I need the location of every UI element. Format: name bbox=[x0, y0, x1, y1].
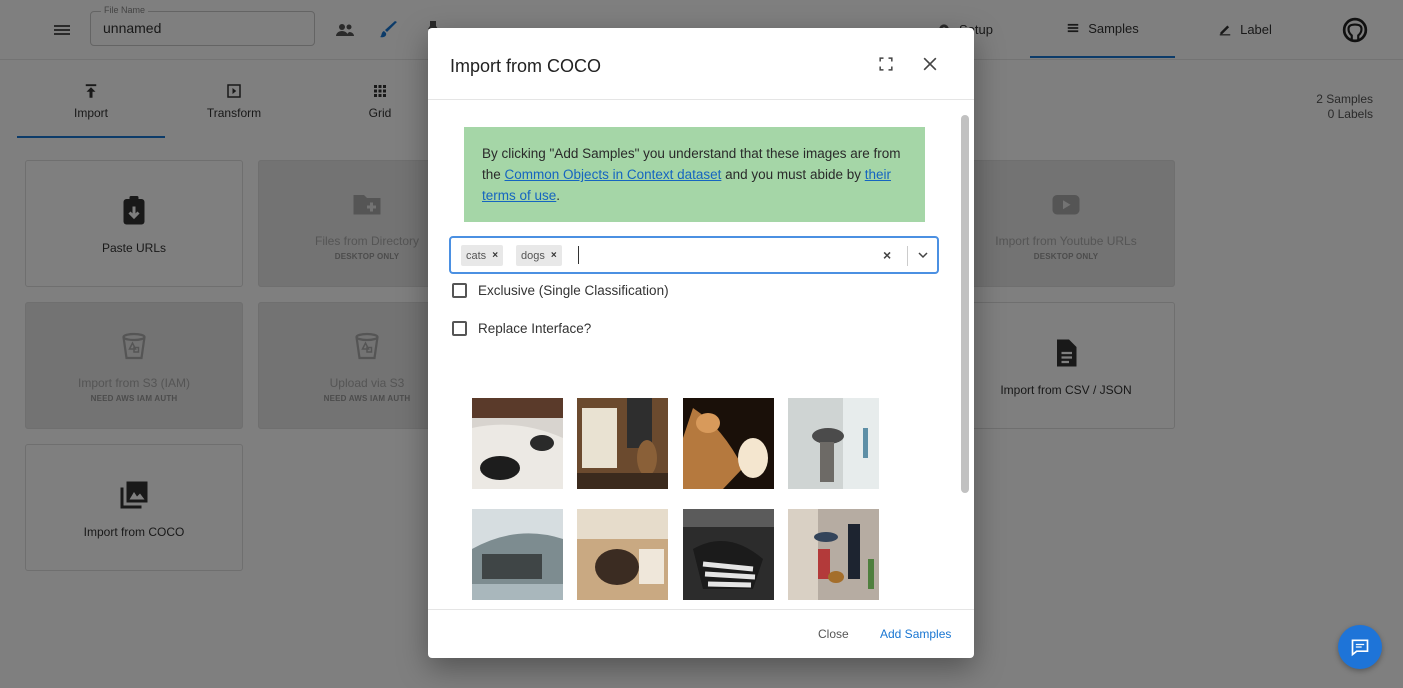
sample-thumbnail[interactable] bbox=[788, 509, 879, 600]
scrollbar[interactable] bbox=[961, 103, 972, 603]
sample-thumbnail[interactable] bbox=[577, 509, 668, 600]
chip-dogs-label: dogs bbox=[521, 249, 545, 262]
sample-thumbnail[interactable] bbox=[472, 398, 563, 489]
notice-text-2: and you must abide by bbox=[721, 167, 865, 182]
chat-button[interactable] bbox=[1338, 625, 1382, 669]
select-separator bbox=[907, 246, 908, 266]
coco-dataset-link[interactable]: Common Objects in Context dataset bbox=[505, 167, 722, 182]
sample-thumbnail[interactable] bbox=[683, 509, 774, 600]
dialog-body[interactable]: By clicking "Add Samples" you understand… bbox=[428, 101, 974, 609]
chevron-down-icon[interactable] bbox=[915, 247, 931, 263]
chip-dogs: dogs × bbox=[516, 245, 562, 266]
chip-cats: cats × bbox=[461, 245, 504, 266]
import-coco-dialog: Import from COCO By clicking "Add Sample… bbox=[428, 28, 974, 658]
exclusive-label: Exclusive (Single Classification) bbox=[478, 283, 669, 298]
sample-thumbnail[interactable] bbox=[788, 398, 879, 489]
dialog-footer: Close Add Samples bbox=[428, 609, 974, 658]
close-icon[interactable] bbox=[920, 54, 940, 74]
dialog-header: Import from COCO bbox=[428, 28, 974, 100]
close-button[interactable]: Close bbox=[818, 627, 849, 641]
clear-selection-button[interactable]: × bbox=[883, 247, 891, 263]
sample-thumbnail[interactable] bbox=[472, 509, 563, 600]
sample-thumbnail[interactable] bbox=[683, 398, 774, 489]
chip-cats-label: cats bbox=[466, 249, 487, 262]
chip-dogs-remove[interactable]: × bbox=[551, 250, 557, 261]
category-select[interactable]: cats × dogs × × bbox=[449, 236, 939, 274]
notice-text-3: . bbox=[556, 188, 561, 203]
dialog-title: Import from COCO bbox=[450, 56, 602, 76]
scrollbar-thumb[interactable] bbox=[961, 115, 969, 493]
text-caret bbox=[578, 246, 579, 264]
exclusive-checkbox[interactable] bbox=[452, 283, 467, 298]
add-samples-button[interactable]: Add Samples bbox=[880, 627, 951, 641]
fullscreen-icon[interactable] bbox=[876, 54, 896, 74]
replace-interface-label: Replace Interface? bbox=[478, 321, 592, 336]
coco-terms-notice: By clicking "Add Samples" you understand… bbox=[464, 127, 925, 222]
chat-icon bbox=[1351, 639, 1369, 657]
chip-cats-remove[interactable]: × bbox=[492, 250, 498, 261]
sample-thumbnail[interactable] bbox=[577, 398, 668, 489]
exclusive-option[interactable]: Exclusive (Single Classification) bbox=[452, 283, 669, 298]
replace-interface-option[interactable]: Replace Interface? bbox=[452, 321, 591, 336]
replace-interface-checkbox[interactable] bbox=[452, 321, 467, 336]
